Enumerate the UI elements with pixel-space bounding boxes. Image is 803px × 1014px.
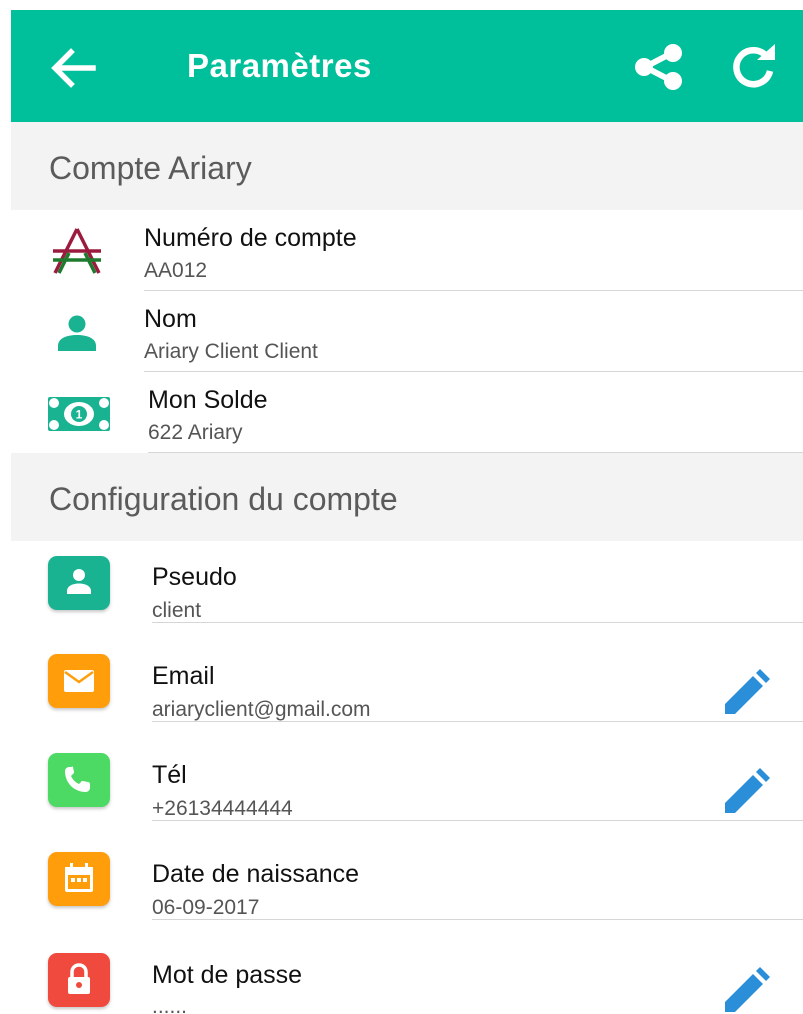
refresh-button[interactable] [727, 44, 779, 90]
settings-screen: Paramètres Compte Ariary Numéro de compt… [11, 10, 803, 1014]
person-icon [58, 315, 96, 351]
row-value: +26134444444 [152, 797, 293, 820]
person-icon [67, 569, 91, 594]
back-button[interactable] [49, 46, 99, 90]
section-title: Compte Ariary [49, 150, 252, 186]
phone-row[interactable]: Tél +26134444444 [11, 722, 803, 821]
row-value: ariaryclient@gmail.com [152, 698, 371, 721]
arrow-left-icon [51, 48, 96, 88]
share-button[interactable] [633, 44, 685, 90]
edit-email-button[interactable] [721, 668, 771, 718]
row-value: ...... [152, 995, 188, 1014]
row-label: Nom [144, 305, 197, 333]
row-label: Numéro de compte [144, 224, 357, 252]
row-value: client [152, 599, 202, 622]
email-row[interactable]: Email ariaryclient@gmail.com [11, 623, 803, 722]
refresh-icon [733, 44, 775, 88]
section-header-config: Configuration du compte [11, 453, 803, 541]
section-title: Configuration du compte [49, 481, 398, 517]
password-row[interactable]: Mot de passe ...... [11, 920, 803, 1014]
balance-row: 1 Mon Solde 622 Ariary [11, 372, 803, 453]
phone-tile [48, 753, 110, 807]
birthdate-tile [48, 852, 110, 906]
row-label: Tél [152, 761, 187, 789]
lock-icon [68, 963, 90, 994]
pseudo-row: Pseudo client [11, 541, 803, 623]
row-value: 622 Ariary [148, 421, 243, 444]
row-label: Mot de passe [152, 961, 303, 989]
pencil-icon [725, 669, 770, 714]
pencil-icon [725, 768, 770, 813]
app-bar: Paramètres [11, 10, 803, 122]
row-value: 06-09-2017 [152, 896, 260, 919]
email-tile [48, 654, 110, 708]
phone-icon [65, 766, 90, 792]
pencil-icon [725, 967, 770, 1012]
birthdate-row: Date de naissance 06-09-2017 [11, 821, 803, 920]
row-value: Ariary Client Client [144, 340, 318, 363]
mail-icon [64, 670, 94, 692]
banknote-icon: 1 [48, 397, 110, 431]
page-title: Paramètres [187, 47, 372, 84]
calendar-icon [65, 863, 93, 892]
edit-password-button[interactable] [721, 966, 771, 1014]
ariary-logo-icon [53, 228, 101, 274]
row-label: Email [152, 662, 215, 690]
svg-text:1: 1 [76, 408, 83, 422]
share-icon [635, 44, 682, 90]
pseudo-tile [48, 556, 110, 610]
edit-phone-button[interactable] [721, 767, 771, 817]
row-label: Mon Solde [148, 386, 268, 414]
row-label: Pseudo [152, 563, 237, 591]
password-tile [48, 953, 110, 1007]
section-header-account: Compte Ariary [11, 122, 803, 210]
name-row: Nom Ariary Client Client [11, 291, 803, 372]
row-label: Date de naissance [152, 860, 360, 888]
row-value: AA012 [144, 259, 208, 282]
account-number-row: Numéro de compte AA012 [11, 210, 803, 291]
